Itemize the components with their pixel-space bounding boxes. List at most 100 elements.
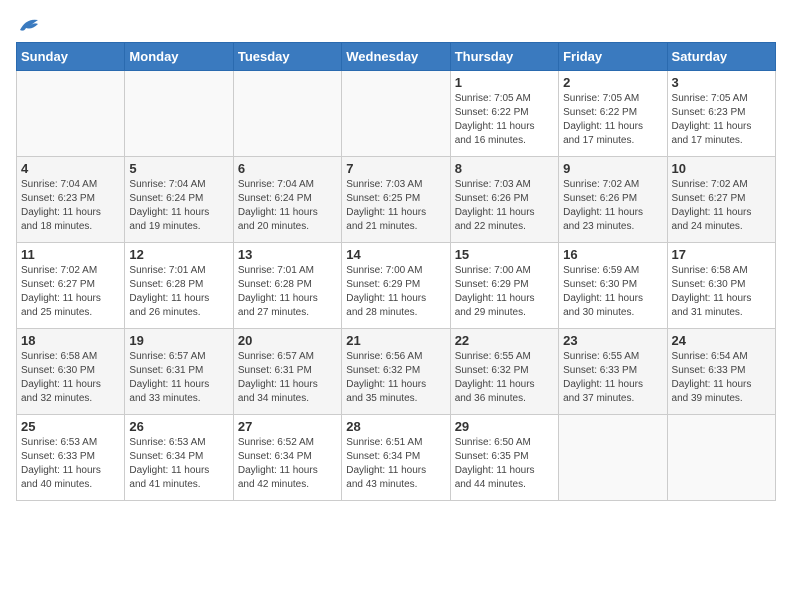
day-info: Sunrise: 7:05 AM Sunset: 6:22 PM Dayligh… xyxy=(455,92,554,148)
table-cell: 23Sunrise: 6:55 AM Sunset: 6:33 PM Dayli… xyxy=(559,329,667,415)
day-info: Sunrise: 7:00 AM Sunset: 6:29 PM Dayligh… xyxy=(455,264,554,320)
table-cell xyxy=(559,415,667,501)
table-cell: 9 Sunrise: 7:02 AM Sunset: 6:26 PM Daylig… xyxy=(559,157,667,243)
day-number: 9 xyxy=(563,161,662,176)
day-info: Sunrise: 7:04 AM Sunset: 6:24 PM Dayligh… xyxy=(238,178,337,234)
day-number: 20 xyxy=(238,333,337,348)
day-number: 5 xyxy=(129,161,228,176)
day-number: 1 xyxy=(455,75,554,90)
calendar-header: SundayMondayTuesdayWednesdayThursdayFrid… xyxy=(17,43,776,71)
calendar-table: SundayMondayTuesdayWednesdayThursdayFrid… xyxy=(16,42,776,501)
table-cell xyxy=(342,71,450,157)
day-number: 7 xyxy=(346,161,445,176)
week-row-1: 1 Sunrise: 7:05 AM Sunset: 6:22 PM Daylig… xyxy=(17,71,776,157)
day-info: Sunrise: 7:04 AM Sunset: 6:24 PM Dayligh… xyxy=(129,178,228,234)
table-cell: 10 Sunrise: 7:02 AM Sunset: 6:27 PM Dayli… xyxy=(667,157,775,243)
day-number: 15 xyxy=(455,247,554,262)
day-number: 12 xyxy=(129,247,228,262)
day-info: Sunrise: 6:59 AM Sunset: 6:30 PM Dayligh… xyxy=(563,264,662,320)
table-cell: 4 Sunrise: 7:04 AM Sunset: 6:23 PM Daylig… xyxy=(17,157,125,243)
table-cell xyxy=(17,71,125,157)
day-info: Sunrise: 7:01 AM Sunset: 6:28 PM Dayligh… xyxy=(238,264,337,320)
day-info: Sunrise: 6:57 AM Sunset: 6:31 PM Dayligh… xyxy=(238,350,337,406)
day-number: 16 xyxy=(563,247,662,262)
table-cell: 15 Sunrise: 7:00 AM Sunset: 6:29 PM Dayli… xyxy=(450,243,558,329)
table-cell xyxy=(667,415,775,501)
header-day-monday: Monday xyxy=(125,43,233,71)
week-row-5: 25Sunrise: 6:53 AM Sunset: 6:33 PM Dayli… xyxy=(17,415,776,501)
day-number: 29 xyxy=(455,419,554,434)
day-info: Sunrise: 7:05 AM Sunset: 6:23 PM Dayligh… xyxy=(672,92,771,148)
table-cell: 17 Sunrise: 6:58 AM Sunset: 6:30 PM Dayli… xyxy=(667,243,775,329)
day-number: 28 xyxy=(346,419,445,434)
table-cell: 16 Sunrise: 6:59 AM Sunset: 6:30 PM Dayli… xyxy=(559,243,667,329)
week-row-2: 4 Sunrise: 7:04 AM Sunset: 6:23 PM Daylig… xyxy=(17,157,776,243)
day-number: 26 xyxy=(129,419,228,434)
day-info: Sunrise: 6:53 AM Sunset: 6:34 PM Dayligh… xyxy=(129,436,228,492)
table-cell: 3 Sunrise: 7:05 AM Sunset: 6:23 PM Daylig… xyxy=(667,71,775,157)
day-number: 6 xyxy=(238,161,337,176)
header xyxy=(16,16,776,34)
day-number: 4 xyxy=(21,161,120,176)
table-cell: 25Sunrise: 6:53 AM Sunset: 6:33 PM Dayli… xyxy=(17,415,125,501)
week-row-3: 11 Sunrise: 7:02 AM Sunset: 6:27 PM Dayli… xyxy=(17,243,776,329)
calendar-body: 1 Sunrise: 7:05 AM Sunset: 6:22 PM Daylig… xyxy=(17,71,776,501)
day-info: Sunrise: 7:03 AM Sunset: 6:26 PM Dayligh… xyxy=(455,178,554,234)
table-cell: 11 Sunrise: 7:02 AM Sunset: 6:27 PM Dayli… xyxy=(17,243,125,329)
day-info: Sunrise: 7:04 AM Sunset: 6:23 PM Dayligh… xyxy=(21,178,120,234)
table-cell xyxy=(233,71,341,157)
day-info: Sunrise: 7:01 AM Sunset: 6:28 PM Dayligh… xyxy=(129,264,228,320)
table-cell: 14Sunrise: 7:00 AM Sunset: 6:29 PM Dayli… xyxy=(342,243,450,329)
day-number: 21 xyxy=(346,333,445,348)
day-info: Sunrise: 6:52 AM Sunset: 6:34 PM Dayligh… xyxy=(238,436,337,492)
table-cell: 18 Sunrise: 6:58 AM Sunset: 6:30 PM Dayli… xyxy=(17,329,125,415)
table-cell xyxy=(125,71,233,157)
day-number: 13 xyxy=(238,247,337,262)
day-info: Sunrise: 6:55 AM Sunset: 6:33 PM Dayligh… xyxy=(563,350,662,406)
day-info: Sunrise: 7:02 AM Sunset: 6:27 PM Dayligh… xyxy=(21,264,120,320)
day-number: 27 xyxy=(238,419,337,434)
table-cell: 19 Sunrise: 6:57 AM Sunset: 6:31 PM Dayli… xyxy=(125,329,233,415)
table-cell: 27 Sunrise: 6:52 AM Sunset: 6:34 PM Dayli… xyxy=(233,415,341,501)
day-info: Sunrise: 7:02 AM Sunset: 6:27 PM Dayligh… xyxy=(672,178,771,234)
day-number: 14 xyxy=(346,247,445,262)
header-day-saturday: Saturday xyxy=(667,43,775,71)
day-number: 10 xyxy=(672,161,771,176)
day-number: 3 xyxy=(672,75,771,90)
day-info: Sunrise: 7:02 AM Sunset: 6:26 PM Dayligh… xyxy=(563,178,662,234)
table-cell: 6 Sunrise: 7:04 AM Sunset: 6:24 PM Daylig… xyxy=(233,157,341,243)
day-info: Sunrise: 7:03 AM Sunset: 6:25 PM Dayligh… xyxy=(346,178,445,234)
day-info: Sunrise: 6:58 AM Sunset: 6:30 PM Dayligh… xyxy=(672,264,771,320)
day-number: 8 xyxy=(455,161,554,176)
day-info: Sunrise: 7:05 AM Sunset: 6:22 PM Dayligh… xyxy=(563,92,662,148)
table-cell: 22Sunrise: 6:55 AM Sunset: 6:32 PM Dayli… xyxy=(450,329,558,415)
table-cell: 13 Sunrise: 7:01 AM Sunset: 6:28 PM Dayli… xyxy=(233,243,341,329)
table-cell: 7 Sunrise: 7:03 AM Sunset: 6:25 PM Daylig… xyxy=(342,157,450,243)
table-cell: 28 Sunrise: 6:51 AM Sunset: 6:34 PM Dayli… xyxy=(342,415,450,501)
day-number: 17 xyxy=(672,247,771,262)
table-cell: 29 Sunrise: 6:50 AM Sunset: 6:35 PM Dayli… xyxy=(450,415,558,501)
day-number: 11 xyxy=(21,247,120,262)
header-day-thursday: Thursday xyxy=(450,43,558,71)
week-row-4: 18 Sunrise: 6:58 AM Sunset: 6:30 PM Dayli… xyxy=(17,329,776,415)
table-cell: 21Sunrise: 6:56 AM Sunset: 6:32 PM Dayli… xyxy=(342,329,450,415)
day-info: Sunrise: 6:58 AM Sunset: 6:30 PM Dayligh… xyxy=(21,350,120,406)
header-day-friday: Friday xyxy=(559,43,667,71)
table-cell: 8 Sunrise: 7:03 AM Sunset: 6:26 PM Daylig… xyxy=(450,157,558,243)
day-info: Sunrise: 6:57 AM Sunset: 6:31 PM Dayligh… xyxy=(129,350,228,406)
table-cell: 24 Sunrise: 6:54 AM Sunset: 6:33 PM Dayli… xyxy=(667,329,775,415)
table-cell: 2 Sunrise: 7:05 AM Sunset: 6:22 PM Daylig… xyxy=(559,71,667,157)
day-number: 24 xyxy=(672,333,771,348)
day-info: Sunrise: 6:51 AM Sunset: 6:34 PM Dayligh… xyxy=(346,436,445,492)
day-info: Sunrise: 6:54 AM Sunset: 6:33 PM Dayligh… xyxy=(672,350,771,406)
table-cell: 5 Sunrise: 7:04 AM Sunset: 6:24 PM Daylig… xyxy=(125,157,233,243)
day-number: 18 xyxy=(21,333,120,348)
header-day-wednesday: Wednesday xyxy=(342,43,450,71)
header-day-sunday: Sunday xyxy=(17,43,125,71)
day-info: Sunrise: 6:53 AM Sunset: 6:33 PM Dayligh… xyxy=(21,436,120,492)
header-row: SundayMondayTuesdayWednesdayThursdayFrid… xyxy=(17,43,776,71)
day-number: 19 xyxy=(129,333,228,348)
day-number: 2 xyxy=(563,75,662,90)
day-info: Sunrise: 6:50 AM Sunset: 6:35 PM Dayligh… xyxy=(455,436,554,492)
logo-bird-icon xyxy=(18,16,40,34)
